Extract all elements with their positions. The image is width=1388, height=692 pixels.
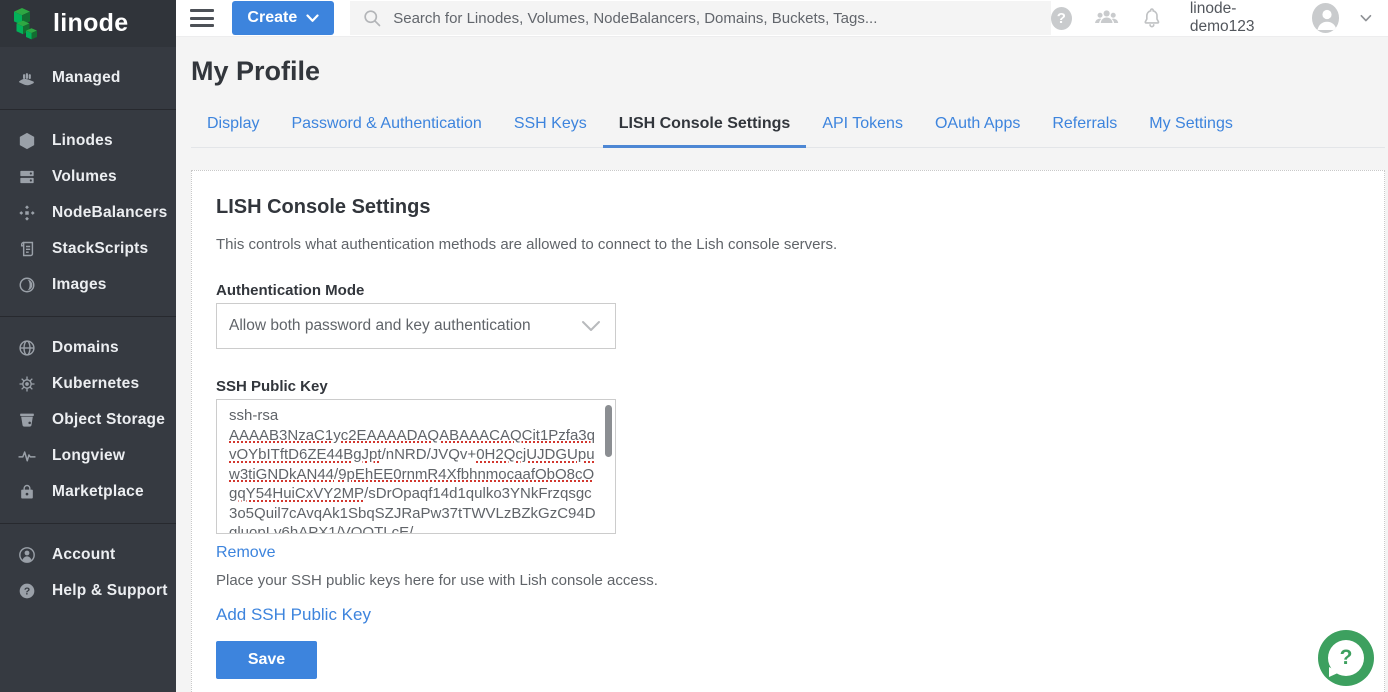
tab-ssh-keys[interactable]: SSH Keys [498,102,603,148]
sidebar-item-stackscripts[interactable]: StackScripts [0,231,176,267]
sidebar-item-account[interactable]: Account [0,537,176,573]
sidebar-group-account: Account Help & Support [0,523,176,622]
sidebar-item-label: Images [52,276,107,294]
search-input[interactable] [393,10,1039,27]
sidebar-group-compute: Linodes Volumes NodeBalancers StackScrip… [0,109,176,316]
content-area: My Profile DisplayPassword & Authenticat… [176,37,1388,692]
sidebar-item-label: Account [52,546,115,564]
sidebar-item-label: NodeBalancers [52,204,167,222]
sidebar-item-label: StackScripts [52,240,148,258]
create-button-label: Create [247,9,297,27]
tab-password-authentication[interactable]: Password & Authentication [275,102,497,148]
profile-tabs: DisplayPassword & AuthenticationSSH Keys… [191,102,1385,148]
avatar[interactable] [1312,3,1339,33]
linode-logo-icon [14,7,44,40]
topbar: Create ? [176,0,1388,37]
linode-logo[interactable]: linode [0,0,176,47]
sidebar-item-object-storage[interactable]: Object Storage [0,402,176,438]
community-icon[interactable] [1093,5,1120,31]
search-icon [362,8,382,28]
avatar-person-icon [1312,3,1339,33]
account-icon [17,545,37,565]
sidebar-item-label: Marketplace [52,483,144,501]
sidebar-item-linodes[interactable]: Linodes [0,123,176,159]
stackscripts-icon [17,239,37,259]
sidebar-item-label: Help & Support [52,582,168,600]
help-speech-bubble-icon: ? [1328,640,1364,676]
nodebalancers-icon [17,203,37,223]
tab-oauth-apps[interactable]: OAuth Apps [919,102,1036,148]
sidebar-item-managed[interactable]: Managed [0,60,176,96]
tab-display[interactable]: Display [191,102,275,148]
username[interactable]: linode-demo123 [1190,0,1291,36]
lish-settings-panel: LISH Console Settings This controls what… [191,170,1385,692]
hamburger-menu-icon[interactable] [190,9,214,27]
sidebar-item-label: Volumes [52,168,117,186]
ssh-key-helper-text: Place your SSH public keys here for use … [216,572,1360,589]
volumes-icon [17,167,37,187]
object-storage-icon [17,410,37,430]
domains-icon [17,338,37,358]
sidebar-item-help-support[interactable]: Help & Support [0,573,176,609]
sidebar-item-volumes[interactable]: Volumes [0,159,176,195]
sidebar-group-services: Domains Kubernetes Object Storage Longvi… [0,316,176,523]
sidebar-item-label: Linodes [52,132,113,150]
save-button[interactable]: Save [216,641,317,679]
topbar-right-cluster: ? linode-demo123 [1051,0,1372,36]
account-chevron-down-icon[interactable] [1360,14,1372,23]
remove-key-link[interactable]: Remove [216,544,276,562]
sidebar-group-managed: Managed [0,47,176,109]
kubernetes-icon [17,374,37,394]
textarea-scrollbar-thumb[interactable] [605,405,612,457]
tab-lish-console-settings[interactable]: LISH Console Settings [603,102,807,148]
tab-referrals[interactable]: Referrals [1036,102,1133,148]
logo-wordmark: linode [53,9,128,38]
sidebar-item-kubernetes[interactable]: Kubernetes [0,366,176,402]
sidebar-item-domains[interactable]: Domains [0,330,176,366]
managed-icon [17,68,37,88]
create-button[interactable]: Create [232,1,334,35]
panel-description: This controls what authentication method… [216,236,1360,253]
main-column: Create ? [176,0,1388,692]
ssh-key-textarea[interactable]: ssh-rsa AAAAB3NzaC1yc2EAAAADAQABAAACAQCi… [216,399,616,534]
sidebar-item-label: Domains [52,339,119,357]
longview-icon [17,446,37,466]
sidebar-item-marketplace[interactable]: Marketplace [0,474,176,510]
chevron-down-icon [306,14,319,23]
ssh-key-segment: /nNRD/JVQv+ [382,446,477,463]
global-search[interactable] [350,1,1051,35]
marketplace-icon [17,482,37,502]
sidebar-item-nodebalancers[interactable]: NodeBalancers [0,195,176,231]
help-fab-button[interactable]: ? [1318,630,1374,686]
help-icon [17,581,37,601]
sidebar-item-label: Object Storage [52,411,165,429]
tab-my-settings[interactable]: My Settings [1133,102,1249,148]
add-ssh-key-link[interactable]: Add SSH Public Key [216,605,371,625]
sidebar-item-images[interactable]: Images [0,267,176,303]
ssh-key-label: SSH Public Key [216,378,1360,395]
sidebar-item-label: Kubernetes [52,375,139,393]
tab-api-tokens[interactable]: API Tokens [806,102,919,148]
notifications-bell-icon[interactable] [1141,5,1163,31]
auth-mode-label: Authentication Mode [216,282,1360,299]
linodes-icon [17,131,37,151]
page-title: My Profile [191,56,1385,87]
sidebar-item-label: Managed [52,69,121,87]
auth-mode-value: Allow both password and key authenticati… [229,317,531,335]
select-chevron-down-icon [581,320,601,332]
help-circle-icon[interactable]: ? [1051,7,1072,30]
sidebar-item-label: Longview [52,447,125,465]
auth-mode-select[interactable]: Allow both password and key authenticati… [216,303,616,349]
panel-heading: LISH Console Settings [216,196,1360,219]
sidebar-item-longview[interactable]: Longview [0,438,176,474]
ssh-key-segment: ssh-rsa [229,407,278,424]
sidebar: linode Managed Linodes Volumes NodeBalan… [0,0,176,692]
images-icon [17,275,37,295]
